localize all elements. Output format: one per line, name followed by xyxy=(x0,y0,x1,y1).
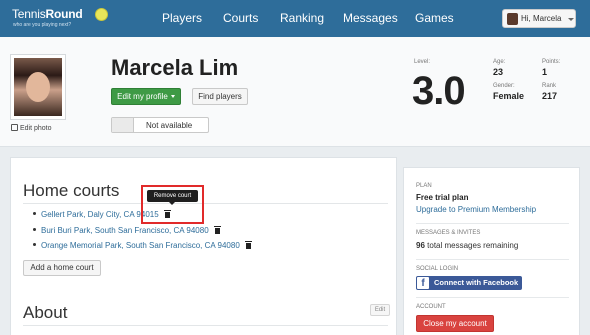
home-courts-title: Home courts xyxy=(23,181,120,200)
messages-remaining: 96 total messages remaining xyxy=(416,241,519,250)
bullet xyxy=(33,212,36,215)
top-navbar: TennisRound who are you playing next? Pl… xyxy=(0,0,590,37)
level-label: Level: xyxy=(414,59,431,65)
divider xyxy=(416,223,569,224)
age-label: Age: xyxy=(493,59,506,65)
profile-name: Marcela Lim xyxy=(111,55,239,80)
court-link[interactable]: Orange Memorial Park, South San Francisc… xyxy=(41,241,240,250)
bullet xyxy=(33,228,36,231)
trash-icon[interactable] xyxy=(244,241,252,249)
chevron-down-icon xyxy=(568,18,574,21)
add-home-court-button[interactable]: Add a home court xyxy=(23,260,101,276)
divider xyxy=(23,325,388,326)
profile-photo-face xyxy=(26,72,50,102)
user-avatar xyxy=(507,13,518,25)
age-value: 23 xyxy=(493,67,504,77)
profile-header: Edit photo Marcela Lim Edit my profile F… xyxy=(0,37,590,147)
profile-photo-image xyxy=(14,58,62,116)
plan-value: Free trial plan xyxy=(416,193,469,202)
close-account-button[interactable]: Close my account xyxy=(416,315,494,332)
toggle-knob xyxy=(112,118,134,132)
bullet xyxy=(33,243,36,246)
edit-icon xyxy=(11,124,18,131)
edit-about-button[interactable]: Edit xyxy=(370,304,390,316)
social-login-label: SOCIAL LOGIN xyxy=(416,266,459,272)
logo-text: TennisRound xyxy=(12,7,83,21)
points-value: 1 xyxy=(542,67,548,77)
about-title: About xyxy=(23,303,68,322)
points-label: Points: xyxy=(542,59,561,65)
tennis-ball-icon xyxy=(95,8,108,21)
availability-toggle[interactable]: Not available xyxy=(111,117,209,133)
trash-icon[interactable] xyxy=(213,226,221,234)
nav-messages[interactable]: Messages xyxy=(343,11,398,25)
divider xyxy=(416,259,569,260)
availability-label: Not available xyxy=(146,121,193,130)
rank-value: 217 xyxy=(542,91,558,101)
gender-value: Female xyxy=(493,91,525,101)
user-greeting: Hi, Marcela xyxy=(521,14,562,23)
nav-games[interactable]: Games xyxy=(415,11,454,25)
messages-label: MESSAGES & INVITES xyxy=(416,230,481,236)
user-menu-button[interactable]: Hi, Marcela xyxy=(502,9,576,28)
main-content-card: Home courts Gellert Park, Daly City, CA … xyxy=(10,157,397,335)
account-label: ACCOUNT xyxy=(416,304,446,310)
logo[interactable]: TennisRound who are you playing next? xyxy=(12,7,108,28)
rank-label: Rank xyxy=(542,83,557,89)
divider xyxy=(416,297,569,298)
facebook-icon: f xyxy=(417,277,429,289)
edit-photo-link[interactable]: Edit photo xyxy=(11,124,52,132)
court-item: Buri Buri Park, South San Francisco, CA … xyxy=(33,226,221,235)
court-link[interactable]: Buri Buri Park, South San Francisco, CA … xyxy=(41,226,209,235)
plan-label: PLAN xyxy=(416,183,432,189)
connect-facebook-button[interactable]: f Connect with Facebook xyxy=(416,276,522,290)
court-item: Orange Memorial Park, South San Francisc… xyxy=(33,241,252,250)
chevron-down-icon xyxy=(170,95,175,98)
nav-courts[interactable]: Courts xyxy=(223,11,258,25)
profile-photo xyxy=(10,54,66,120)
upgrade-link[interactable]: Upgrade to Premium Membership xyxy=(416,205,536,214)
remove-court-tooltip: Remove court xyxy=(147,190,198,205)
divider xyxy=(23,203,388,204)
gender-label: Gender: xyxy=(493,83,515,89)
edit-profile-button[interactable]: Edit my profile xyxy=(111,88,181,105)
level-value: 3.0 xyxy=(412,69,466,113)
logo-tagline: who are you playing next? xyxy=(13,22,72,28)
nav-ranking[interactable]: Ranking xyxy=(280,11,324,25)
account-sidebar: PLAN Free trial plan Upgrade to Premium … xyxy=(403,167,580,335)
nav-players[interactable]: Players xyxy=(162,11,202,25)
highlight-box: Remove court xyxy=(141,185,204,224)
find-players-button[interactable]: Find players xyxy=(192,88,248,105)
